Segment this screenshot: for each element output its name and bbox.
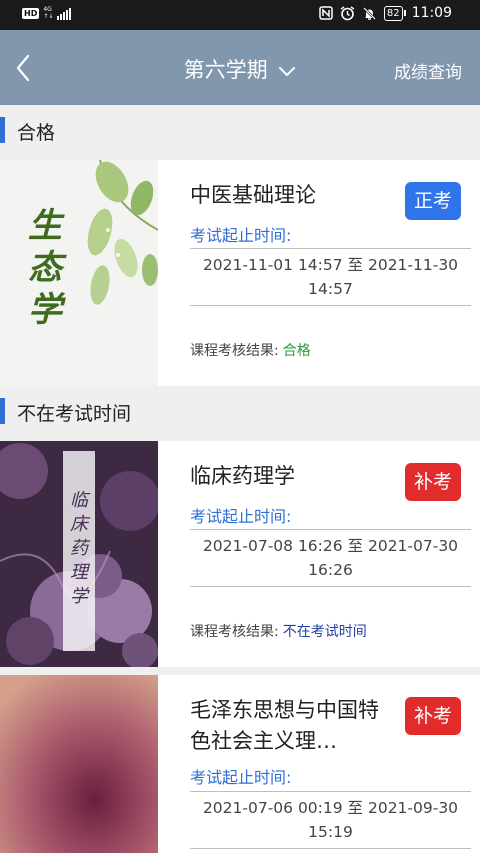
course-cover-image	[0, 675, 158, 853]
status-bar-left: HD 4G ↑↓	[22, 6, 72, 20]
exam-type-badge: 补考	[405, 697, 461, 735]
exam-result: 课程考核结果: 不在考试时间	[190, 621, 367, 641]
clock: 11:09	[411, 5, 452, 21]
score-query-link[interactable]: 成绩查询	[394, 58, 462, 83]
section-label: 不在考试时间	[17, 403, 132, 425]
semester-title: 第六学期	[183, 58, 268, 82]
course-title: 中医基础理论	[190, 183, 316, 207]
course-title: 临床药理学	[190, 464, 295, 488]
exam-time-range: 2021-11-01 14:57 至 2021-11-30 14:57	[190, 248, 471, 306]
exam-time-range: 2021-07-06 00:19 至 2021-09-30 15:19	[190, 791, 471, 849]
status-bar-right: 82 11:09	[318, 5, 452, 21]
exam-result: 课程考核结果: 合格	[190, 340, 311, 360]
exam-type-badge: 补考	[405, 463, 461, 501]
course-card[interactable]: 临床药理学 临床药理学 补考 考试起止时间: 2021-07-08 16:26 …	[0, 441, 480, 667]
status-bar: HD 4G ↑↓ 82 11:09	[0, 0, 480, 30]
chevron-down-icon	[278, 59, 296, 83]
result-value: 不在考试时间	[282, 624, 367, 640]
hd-icon: HD	[22, 7, 40, 19]
cover-text: 临床药理学	[70, 490, 88, 607]
result-value: 合格	[282, 343, 311, 359]
battery-level: 82	[383, 5, 403, 21]
signal-icon	[57, 6, 72, 20]
course-cover-image: 临床药理学	[0, 441, 158, 667]
result-label: 课程考核结果:	[190, 343, 279, 359]
battery-icon: 82	[383, 5, 406, 21]
section-accent-bar	[0, 398, 5, 424]
course-card[interactable]: 生态学 中医基础理论 正考 考试起止时间: 2021-11-01 14:57 至…	[0, 160, 480, 386]
result-label: 课程考核结果:	[190, 624, 279, 640]
network-indicator: 4G ↑↓	[43, 6, 54, 20]
course-cover-image: 生态学	[0, 160, 158, 386]
section-header-not-in-exam-time: 不在考试时间	[0, 386, 480, 436]
exam-time-label: 考试起止时间:	[190, 768, 292, 787]
cover-text: 生态学	[28, 206, 62, 330]
nav-bar: 第六学期 成绩查询	[0, 30, 480, 105]
alarm-icon	[340, 5, 356, 21]
section-label: 合格	[17, 122, 56, 144]
course-card[interactable]: 毛泽东思想与中国特色社会主义理… 补考 考试起止时间: 2021-07-06 0…	[0, 675, 480, 853]
course-title: 毛泽东思想与中国特色社会主义理…	[190, 698, 379, 753]
exam-time-range: 2021-07-08 16:26 至 2021-07-30 16:26	[190, 529, 471, 587]
exam-time-label: 考试起止时间:	[190, 226, 292, 245]
network-label: 4G	[43, 6, 52, 13]
exam-type-badge: 正考	[405, 182, 461, 220]
nfc-icon	[318, 5, 334, 21]
mute-icon	[362, 5, 378, 21]
section-header-passed: 合格	[0, 105, 480, 155]
section-accent-bar	[0, 117, 5, 143]
exam-time-label: 考试起止时间:	[190, 507, 292, 526]
